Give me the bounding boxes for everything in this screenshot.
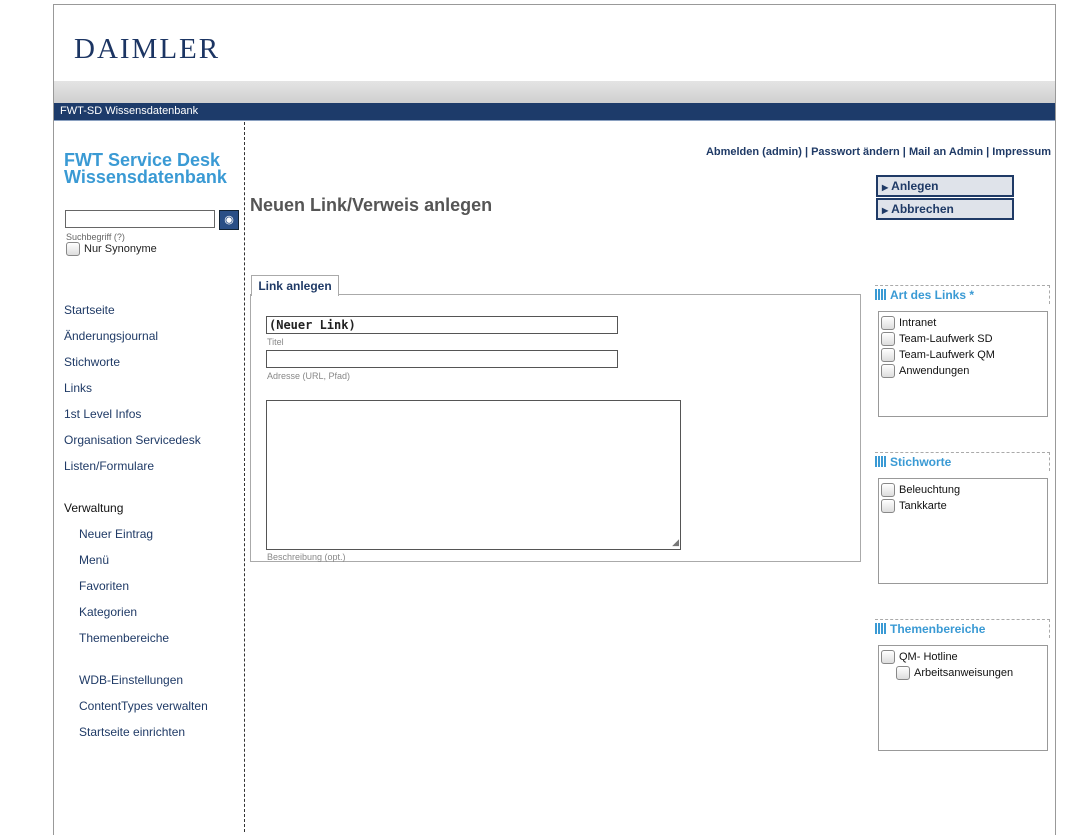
option-label: QM- Hotline (899, 650, 958, 663)
option-label: Beleuchtung (899, 483, 961, 496)
topic-option: QM- Hotline (881, 650, 958, 664)
app-name-line2: Wissensdatenbank (64, 167, 227, 187)
option-label: Team-Laufwerk QM (899, 348, 995, 361)
keywords-panel: Beleuchtung Tankkarte (878, 478, 1048, 584)
only-synonyms-checkbox[interactable] (66, 242, 80, 256)
create-button[interactable]: ▶ Anlegen (876, 175, 1014, 197)
checkbox[interactable] (881, 332, 895, 346)
bars-icon (875, 623, 887, 634)
search-hint[interactable]: Suchbegriff (?) (66, 232, 125, 242)
create-button-label: Anlegen (891, 179, 939, 193)
description-textarea[interactable]: ◢ (266, 400, 681, 550)
separator: | (986, 146, 990, 158)
imprint-link[interactable]: Impressum (992, 146, 1051, 158)
option-label: Arbeitsanweisungen (914, 666, 1014, 679)
separator: | (804, 146, 809, 158)
arrow-right-icon: ▶ (882, 206, 889, 215)
title-bar-text: FWT-SD Wissensdatenbank (60, 105, 199, 117)
keywords-panel-header: Stichworte (875, 452, 1050, 471)
search-input[interactable] (65, 210, 215, 228)
only-synonyms-option: Nur Synonyme (66, 242, 157, 256)
topics-panel-header: Themenbereiche (875, 619, 1050, 638)
checkbox[interactable] (881, 483, 895, 497)
checkbox[interactable] (896, 666, 910, 680)
link-type-option: Team-Laufwerk SD (881, 332, 993, 346)
header-band (54, 81, 1055, 103)
change-password-link[interactable]: Passwort ändern (811, 146, 900, 158)
resize-grip-icon[interactable]: ◢ (672, 537, 679, 548)
cancel-button-label: Abbrechen (891, 202, 954, 216)
nav-startseite[interactable]: Startseite (64, 303, 115, 317)
app-name: FWT Service Desk Wissensdatenbank (64, 151, 227, 187)
logout-link[interactable]: Abmelden (admin) (706, 146, 802, 158)
nav-verwaltung-header: Verwaltung (64, 501, 124, 515)
link-type-panel-header: Art des Links * (875, 285, 1050, 304)
link-form: (Neuer Link) Titel Adresse (URL, Pfad) ◢… (250, 294, 861, 562)
separator: | (902, 146, 906, 158)
title-field-label: Titel (267, 337, 284, 347)
link-type-option: Team-Laufwerk QM (881, 348, 995, 362)
tab-link-anlegen[interactable]: Link anlegen (251, 275, 339, 296)
bars-icon (875, 456, 887, 467)
title-field[interactable]: (Neuer Link) (266, 316, 618, 334)
description-label: Beschreibung (opt.) (267, 552, 346, 562)
checkbox[interactable] (881, 348, 895, 362)
checkbox[interactable] (881, 650, 895, 664)
address-field[interactable] (266, 350, 618, 368)
page-frame: DAIMLER FWT-SD Wissensdatenbank FWT Serv… (53, 4, 1056, 835)
option-label: Intranet (899, 316, 937, 329)
mail-admin-link[interactable]: Mail an Admin (909, 146, 983, 158)
checkbox[interactable] (881, 499, 895, 513)
option-label: Anwendungen (899, 364, 970, 377)
only-synonyms-label: Nur Synonyme (84, 242, 157, 255)
topics-panel: QM- Hotline Arbeitsanweisungen (878, 645, 1048, 751)
checkbox[interactable] (881, 364, 895, 378)
nav-links[interactable]: Links (64, 381, 92, 395)
option-label: Team-Laufwerk SD (899, 332, 993, 345)
binoculars-search-icon[interactable]: ◉ (219, 210, 239, 230)
link-type-option: Anwendungen (881, 364, 969, 378)
nav-kategorien[interactable]: Kategorien (79, 605, 137, 619)
nav-wdb-einstellungen[interactable]: WDB-Einstellungen (79, 673, 183, 687)
title-bar: FWT-SD Wissensdatenbank (54, 103, 1055, 121)
nav-aenderungsjournal[interactable]: Änderungsjournal (64, 329, 158, 343)
link-type-option: Intranet (881, 316, 936, 330)
cancel-button[interactable]: ▶ Abbrechen (876, 198, 1014, 220)
nav-favoriten[interactable]: Favoriten (79, 579, 129, 593)
nav-listen-formulare[interactable]: Listen/Formulare (64, 459, 154, 473)
nav-neuer-eintrag[interactable]: Neuer Eintrag (79, 527, 153, 541)
option-label: Tankkarte (899, 499, 947, 512)
topics-header-label: Themenbereiche (890, 622, 986, 636)
sidebar: FWT Service Desk Wissensdatenbank ◉ Such… (54, 122, 245, 832)
bars-icon (875, 289, 887, 300)
keywords-header-label: Stichworte (890, 455, 952, 469)
nav-contenttypes-verwalten[interactable]: ContentTypes verwalten (79, 699, 208, 713)
link-type-header-label: Art des Links * (890, 288, 975, 302)
keyword-option: Beleuchtung (881, 483, 960, 497)
daimler-logo: DAIMLER (74, 33, 221, 65)
checkbox[interactable] (881, 316, 895, 330)
nav-menue[interactable]: Menü (79, 553, 109, 567)
address-field-label: Adresse (URL, Pfad) (267, 371, 351, 381)
nav-themenbereiche[interactable]: Themenbereiche (79, 631, 169, 645)
nav-organisation-servicedesk[interactable]: Organisation Servicedesk (64, 433, 201, 447)
page-title: Neuen Link/Verweis anlegen (250, 195, 493, 215)
keyword-option: Tankkarte (881, 499, 947, 513)
topic-option: Arbeitsanweisungen (896, 666, 1013, 680)
nav-stichworte[interactable]: Stichworte (64, 355, 120, 369)
nav-1st-level-infos[interactable]: 1st Level Infos (64, 407, 141, 421)
arrow-right-icon: ▶ (882, 183, 889, 192)
link-type-panel: Intranet Team-Laufwerk SD Team-Laufwerk … (878, 311, 1048, 417)
top-links: Abmelden (admin) | Passwort ändern | Mai… (706, 146, 1051, 158)
nav-startseite-einrichten[interactable]: Startseite einrichten (79, 725, 185, 739)
